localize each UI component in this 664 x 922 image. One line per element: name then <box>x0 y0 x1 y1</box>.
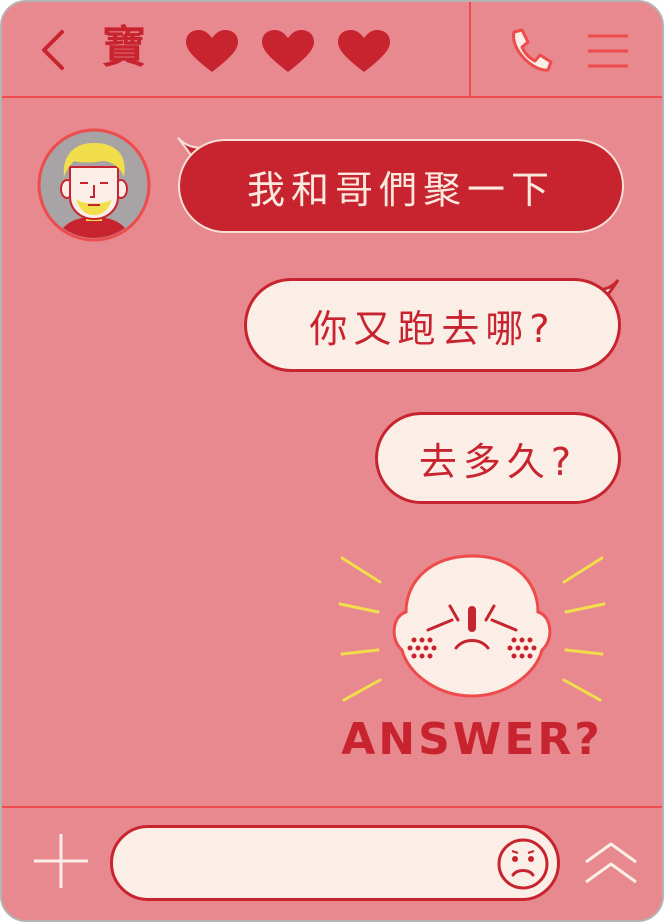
menu-icon[interactable] <box>586 32 630 70</box>
heart-icon <box>262 30 314 72</box>
heart-icon <box>186 30 238 72</box>
message-bubble-outgoing: 你又跑去哪? <box>244 278 621 372</box>
chat-header: 寶 <box>2 2 662 98</box>
heart-icon <box>338 30 390 72</box>
message-input-field[interactable] <box>110 825 560 901</box>
plus-icon[interactable] <box>32 832 90 890</box>
angry-face-icon <box>338 554 606 702</box>
chat-window: 寶 我和哥們聚一下 你又跑去哪? 去多久? ANSWER? <box>0 0 664 922</box>
sad-face-icon[interactable] <box>496 837 550 891</box>
double-chevron-up-icon[interactable] <box>582 838 640 888</box>
header-divider <box>469 2 471 96</box>
message-bubble-incoming: 我和哥們聚一下 <box>178 139 624 233</box>
message-input[interactable] <box>133 836 497 892</box>
chat-title: 寶 <box>102 22 148 73</box>
message-bubble-outgoing: 去多久? <box>375 412 621 504</box>
phone-icon[interactable] <box>504 26 554 76</box>
contact-avatar[interactable] <box>36 127 152 243</box>
back-chevron-icon[interactable] <box>36 28 72 72</box>
answer-sticker-label: ANSWER? <box>341 714 603 765</box>
